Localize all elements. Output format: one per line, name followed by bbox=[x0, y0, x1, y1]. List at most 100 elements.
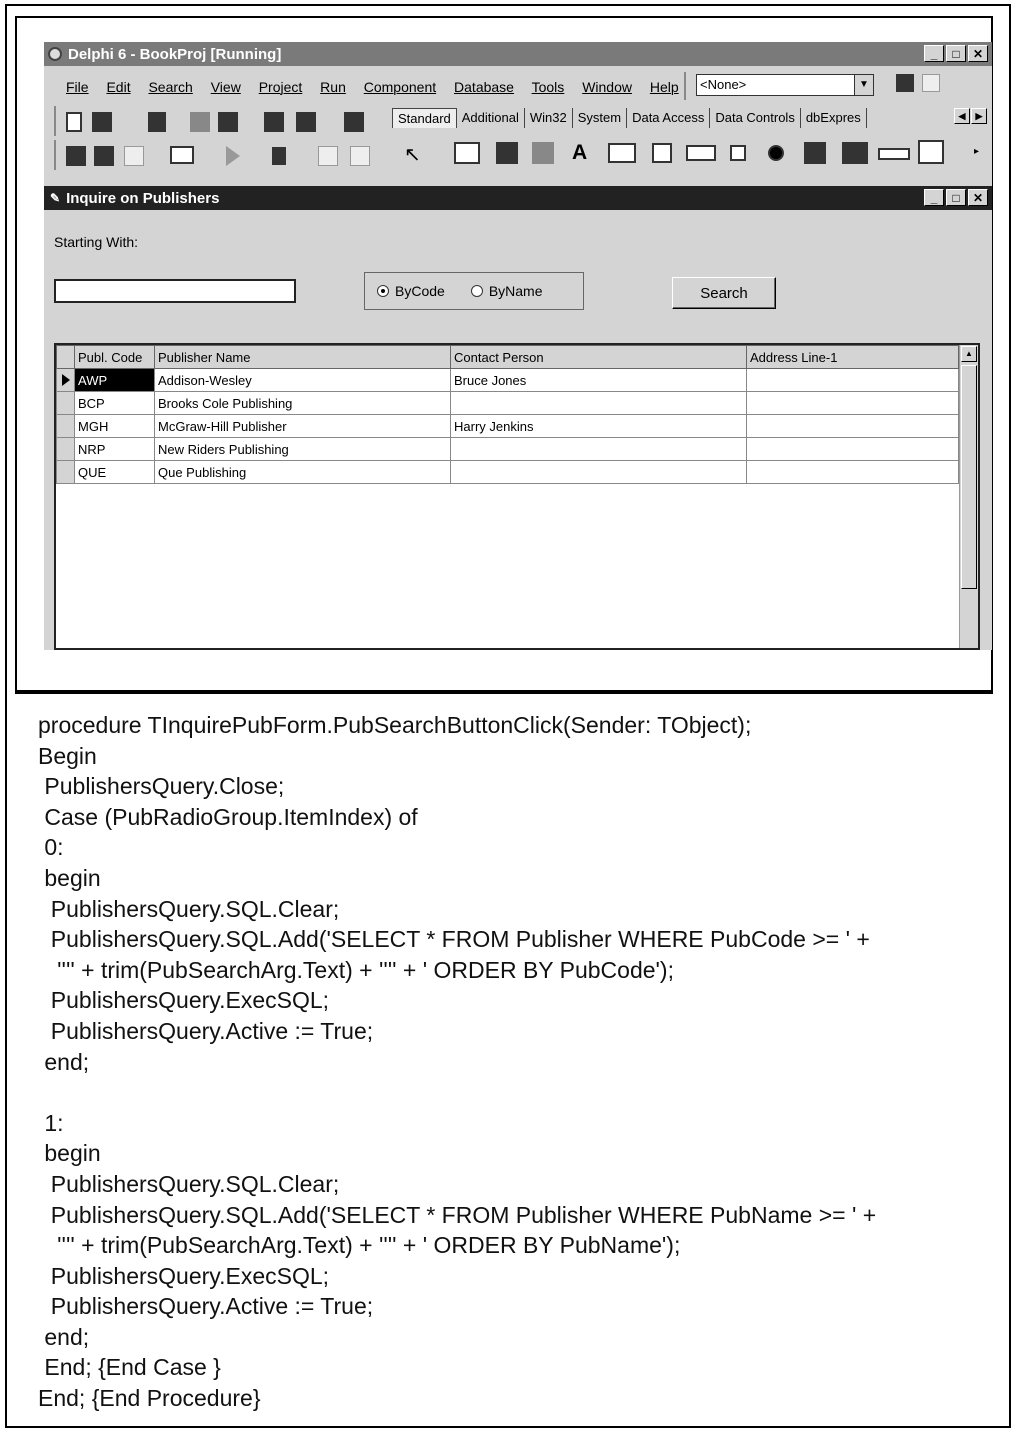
radiobutton-icon[interactable] bbox=[768, 145, 784, 161]
column-header-publisher-name[interactable]: Publisher Name bbox=[154, 345, 451, 369]
desktop-save-icon[interactable] bbox=[896, 74, 914, 92]
memo-icon[interactable] bbox=[652, 143, 672, 163]
toggle-form-unit-icon[interactable] bbox=[124, 146, 144, 166]
table-cell[interactable] bbox=[746, 414, 959, 438]
menu-tools[interactable]: Tools bbox=[532, 79, 565, 95]
table-cell[interactable]: Brooks Cole Publishing bbox=[154, 391, 451, 415]
main-menu-icon[interactable] bbox=[496, 142, 518, 164]
table-cell[interactable]: BCP bbox=[74, 391, 155, 415]
listbox-icon[interactable] bbox=[804, 142, 826, 164]
table-cell[interactable]: MGH bbox=[74, 414, 155, 438]
radio-byname[interactable]: ByName bbox=[470, 283, 543, 299]
tab-standard[interactable]: Standard bbox=[392, 108, 457, 128]
tab-win32[interactable]: Win32 bbox=[525, 108, 573, 128]
table-cell[interactable] bbox=[450, 391, 747, 415]
menu-file[interactable]: File bbox=[66, 79, 89, 95]
table-cell[interactable]: McGraw-Hill Publisher bbox=[154, 414, 451, 438]
column-header-pubcode[interactable]: Publ. Code bbox=[74, 345, 155, 369]
save-icon[interactable] bbox=[148, 112, 166, 132]
checkbox-icon[interactable] bbox=[730, 145, 746, 161]
tab-dbexpress[interactable]: dbExpres bbox=[801, 108, 867, 128]
menu-component[interactable]: Component bbox=[364, 79, 436, 95]
view-unit-icon[interactable] bbox=[66, 146, 86, 166]
new-icon[interactable] bbox=[66, 112, 82, 132]
table-cell[interactable]: Harry Jenkins bbox=[450, 414, 747, 438]
form-maximize-button[interactable]: □ bbox=[946, 189, 966, 206]
table-cell[interactable]: Que Publishing bbox=[154, 460, 451, 484]
chevron-right-icon[interactable]: ▸ bbox=[974, 146, 979, 157]
run-icon[interactable] bbox=[226, 146, 240, 166]
menu-project[interactable]: Project bbox=[259, 79, 303, 95]
tab-additional[interactable]: Additional bbox=[457, 108, 525, 128]
close-button[interactable]: ✕ bbox=[968, 45, 988, 62]
table-cell[interactable] bbox=[450, 460, 747, 484]
open-icon[interactable] bbox=[92, 112, 112, 132]
menu-view[interactable]: View bbox=[211, 79, 241, 95]
palette-scroll-right-icon[interactable]: ▶ bbox=[971, 108, 987, 124]
menu-help[interactable]: Help bbox=[650, 79, 679, 95]
tab-data-access[interactable]: Data Access bbox=[627, 108, 711, 128]
palette-scroll-left-icon[interactable]: ◀ bbox=[954, 108, 970, 124]
maximize-button[interactable]: □ bbox=[946, 45, 966, 62]
table-row[interactable]: MGH McGraw-Hill Publisher Harry Jenkins bbox=[56, 414, 959, 438]
minimize-button[interactable]: _ bbox=[924, 45, 944, 62]
tab-data-controls[interactable]: Data Controls bbox=[710, 108, 801, 128]
table-cell[interactable] bbox=[450, 437, 747, 461]
radio-bycode-dot[interactable] bbox=[377, 285, 389, 297]
scroll-thumb[interactable] bbox=[961, 365, 977, 589]
view-form-icon[interactable] bbox=[94, 146, 114, 166]
label-icon[interactable]: A bbox=[572, 141, 587, 165]
form-minimize-button[interactable]: _ bbox=[924, 189, 944, 206]
desktop-set-icon[interactable] bbox=[922, 74, 940, 92]
popup-menu-icon[interactable] bbox=[532, 142, 554, 164]
column-header-contact-person[interactable]: Contact Person bbox=[450, 345, 747, 369]
table-cell[interactable] bbox=[746, 437, 959, 461]
radio-bycode[interactable]: ByCode bbox=[377, 283, 445, 299]
table-cell[interactable]: New Riders Publishing bbox=[154, 437, 451, 461]
column-header-address-line-1[interactable]: Address Line-1 bbox=[746, 345, 959, 369]
scroll-up-icon[interactable]: ▲ bbox=[961, 346, 977, 362]
button-icon[interactable] bbox=[686, 145, 716, 161]
open-project-icon[interactable] bbox=[218, 112, 238, 132]
menu-database[interactable]: Database bbox=[454, 79, 514, 95]
table-cell[interactable] bbox=[746, 391, 959, 415]
tab-system[interactable]: System bbox=[573, 108, 628, 128]
table-cell[interactable]: Bruce Jones bbox=[450, 368, 747, 392]
table-row[interactable]: QUE Que Publishing bbox=[56, 460, 959, 484]
combobox-icon[interactable] bbox=[842, 142, 868, 164]
pointer-arrow-icon[interactable]: ↖ bbox=[404, 142, 424, 166]
table-cell[interactable]: AWP bbox=[74, 368, 155, 392]
groupbox-icon[interactable] bbox=[918, 140, 944, 164]
remove-file-icon[interactable] bbox=[296, 112, 316, 132]
menu-window[interactable]: Window bbox=[582, 79, 632, 95]
trace-into-icon[interactable] bbox=[318, 146, 338, 166]
save-all-icon[interactable] bbox=[190, 112, 210, 132]
table-row[interactable]: BCP Brooks Cole Publishing bbox=[56, 391, 959, 415]
search-input[interactable] bbox=[54, 279, 296, 303]
new-form-icon[interactable] bbox=[170, 146, 194, 164]
grid-vertical-scrollbar[interactable]: ▲ bbox=[959, 345, 978, 648]
pause-icon[interactable] bbox=[272, 147, 286, 165]
chevron-down-icon[interactable]: ▼ bbox=[854, 75, 873, 95]
table-row[interactable]: NRP New Riders Publishing bbox=[56, 437, 959, 461]
step-over-icon[interactable] bbox=[350, 146, 370, 166]
scrollbar-icon[interactable] bbox=[878, 148, 910, 160]
table-cell[interactable]: QUE bbox=[74, 460, 155, 484]
help-book-icon[interactable] bbox=[344, 112, 364, 132]
table-cell[interactable]: NRP bbox=[74, 437, 155, 461]
table-row[interactable]: AWP Addison-Wesley Bruce Jones bbox=[56, 368, 959, 392]
config-combo[interactable]: <None> ▼ bbox=[696, 74, 874, 96]
frames-icon[interactable] bbox=[454, 142, 480, 164]
table-cell[interactable] bbox=[746, 368, 959, 392]
search-button[interactable]: Search bbox=[672, 277, 776, 309]
table-cell[interactable] bbox=[746, 460, 959, 484]
add-file-icon[interactable] bbox=[264, 112, 284, 132]
table-cell[interactable]: Addison-Wesley bbox=[154, 368, 451, 392]
radio-byname-dot[interactable] bbox=[470, 285, 483, 297]
menu-run[interactable]: Run bbox=[320, 79, 346, 95]
menu-search[interactable]: Search bbox=[148, 79, 192, 95]
form-close-button[interactable]: ✕ bbox=[968, 189, 988, 206]
menu-edit[interactable]: Edit bbox=[106, 79, 130, 95]
edit-icon[interactable] bbox=[608, 143, 636, 163]
publishers-grid[interactable]: Publ. Code Publisher Name Contact Person… bbox=[54, 343, 980, 650]
